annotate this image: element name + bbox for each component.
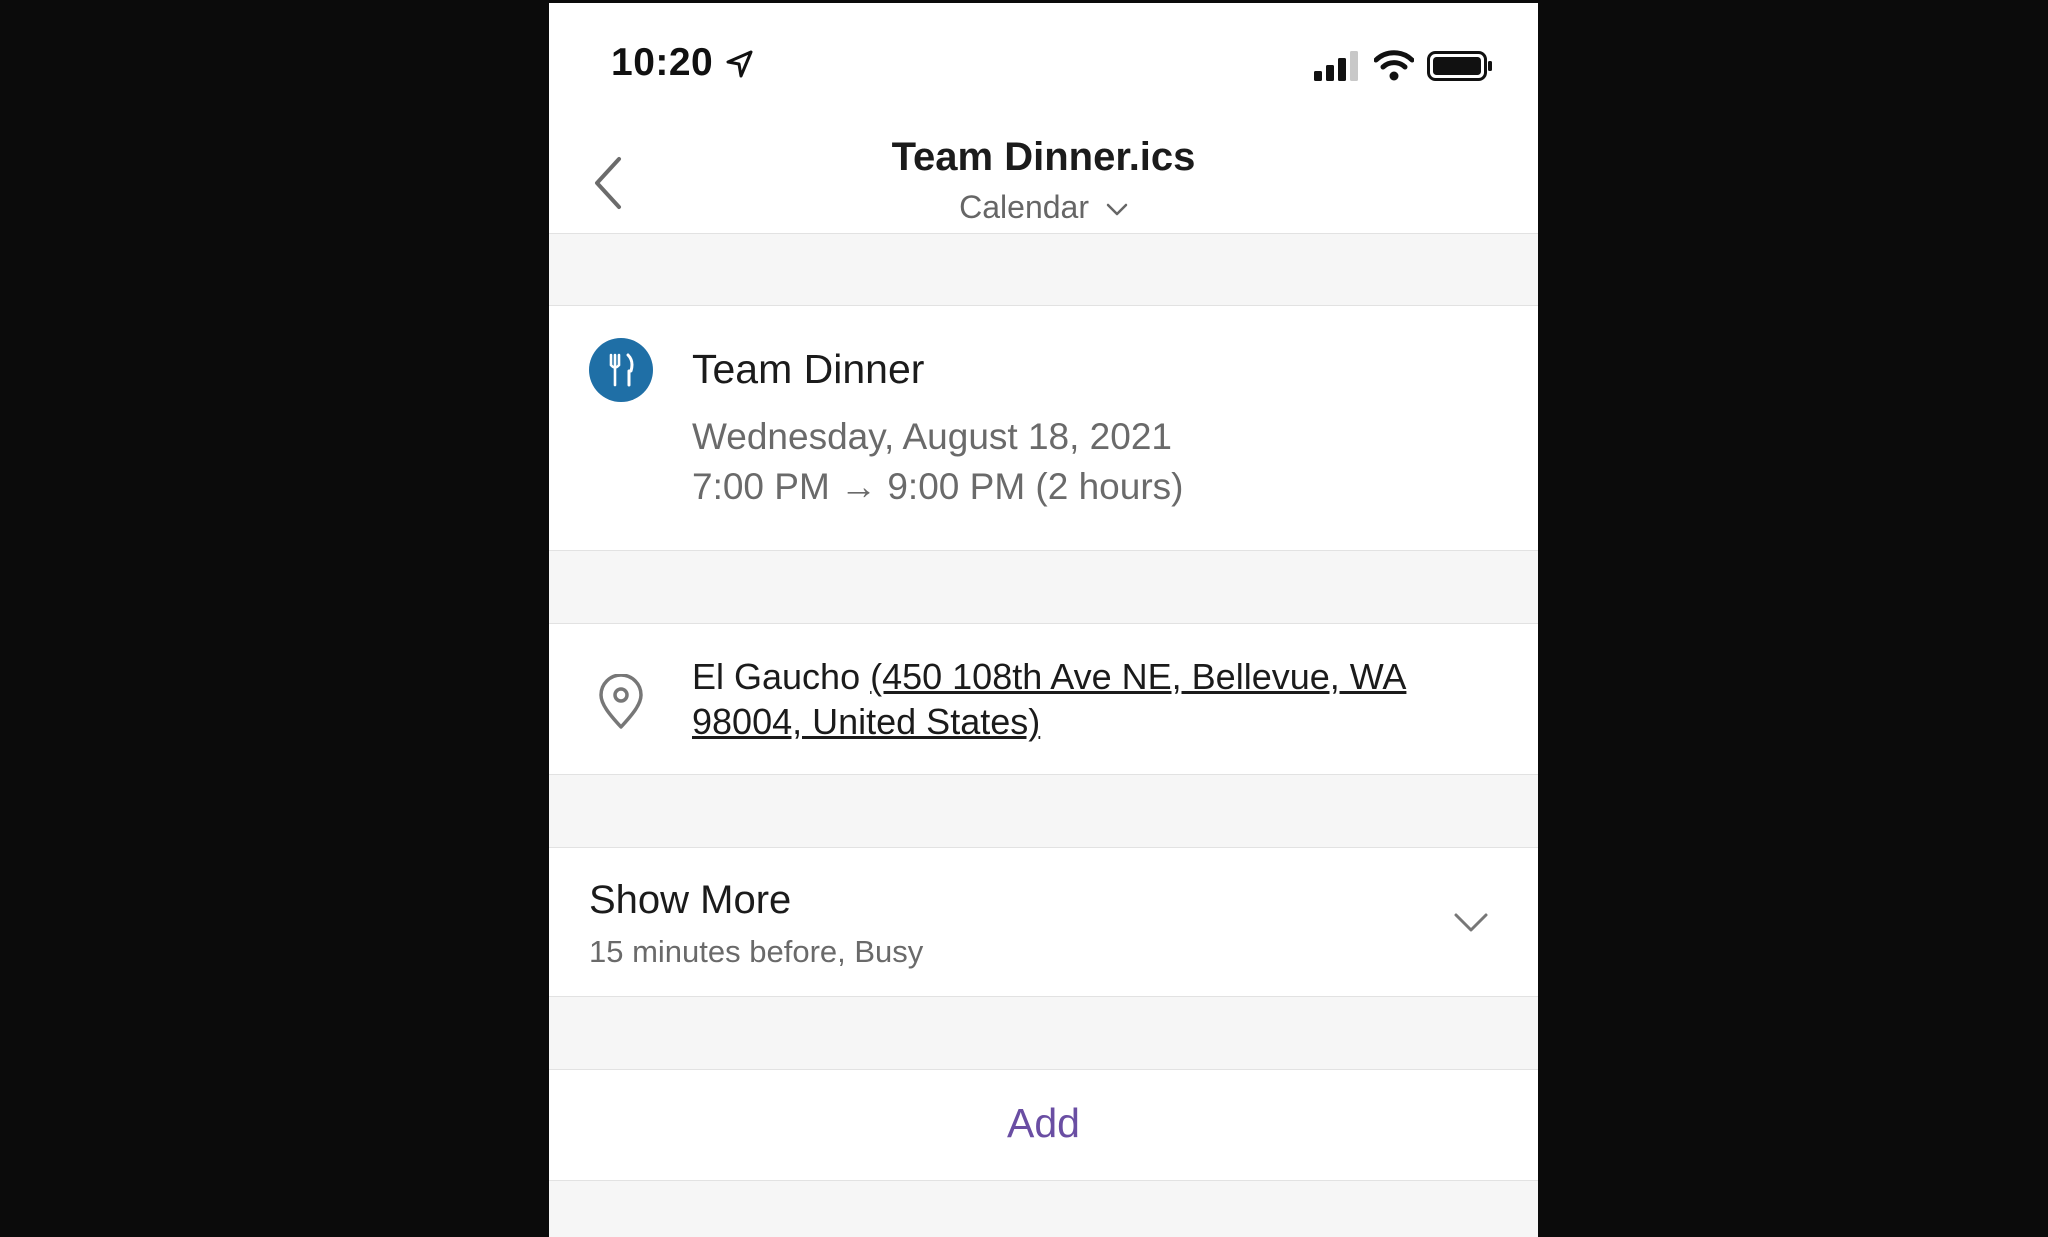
status-bar: 10:20: [549, 3, 1538, 113]
location-text: El Gaucho (450 108th Ave NE, Bellevue, W…: [692, 654, 1492, 744]
nav-header: Team Dinner.ics Calendar: [549, 113, 1538, 234]
location-name: El Gaucho: [692, 656, 871, 697]
event-details-section: Team Dinner Wednesday, August 18, 2021 7…: [549, 305, 1538, 551]
calendar-selector-label: Calendar: [959, 189, 1089, 225]
event-date: Wednesday, August 18, 2021: [692, 416, 1172, 457]
wifi-icon: [1374, 50, 1414, 81]
phone-screen: 10:20 Team Dinner.ics Calendar Team Dinn…: [549, 3, 1538, 1237]
chevron-down-icon: [1454, 913, 1488, 932]
event-title: Team Dinner: [692, 346, 925, 392]
page-title: Team Dinner.ics: [891, 135, 1196, 179]
add-button[interactable]: Add: [549, 1100, 1538, 1147]
fork-knife-icon: [609, 353, 634, 387]
status-time: 10:20: [611, 41, 714, 84]
show-more-row[interactable]: Show More 15 minutes before, Busy: [549, 847, 1538, 997]
event-time-range: 7:00 PM → 9:00 PM (2 hours): [692, 466, 1184, 507]
show-more-details: 15 minutes before, Busy: [589, 934, 924, 969]
chevron-down-icon: [1106, 203, 1128, 215]
add-section: Add: [549, 1069, 1538, 1181]
calendar-selector[interactable]: Calendar: [549, 189, 1538, 226]
location-arrow-icon: [726, 50, 753, 78]
location-section: El Gaucho (450 108th Ave NE, Bellevue, W…: [549, 623, 1538, 775]
event-category-badge: [589, 338, 653, 402]
show-more-label: Show More: [589, 878, 792, 922]
cellular-signal-icon: [1314, 51, 1358, 81]
battery-icon: [1427, 51, 1492, 81]
map-pin-icon: [599, 674, 643, 729]
